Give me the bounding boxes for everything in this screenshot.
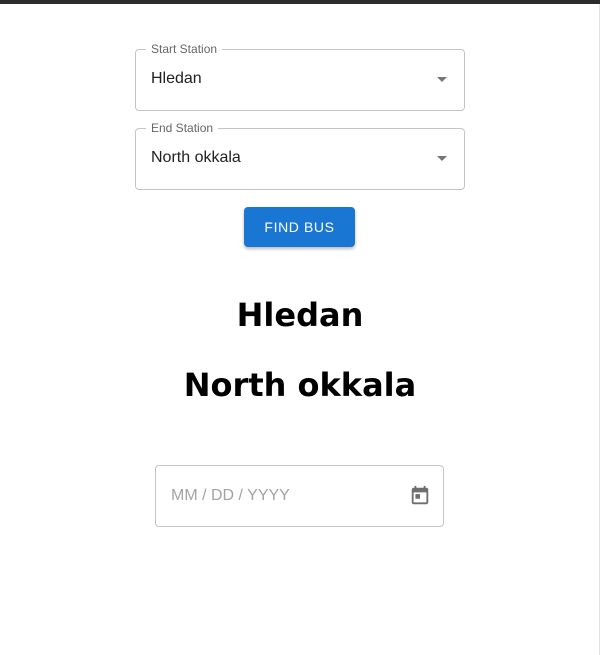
find-bus-button[interactable]: FIND BUS [244,207,355,247]
start-station-value: Hledan [151,70,202,87]
dropdown-arrow-icon[interactable] [437,77,447,82]
start-station-label: Start Station [146,42,223,56]
end-station-heading: North okkala [183,366,417,404]
end-station-value: North okkala [151,149,241,166]
end-station-select[interactable]: End Station North okkala [135,121,465,190]
start-station-heading: Hledan [236,296,364,334]
date-placeholder: MM / DD / YYYY [171,487,290,504]
start-station-select[interactable]: Start Station Hledan [135,42,465,111]
dropdown-arrow-icon[interactable] [437,156,447,161]
end-station-label: End Station [146,121,219,135]
window-top-bar [0,0,600,4]
date-input[interactable]: MM / DD / YYYY [155,465,444,527]
calendar-icon[interactable] [409,485,431,507]
